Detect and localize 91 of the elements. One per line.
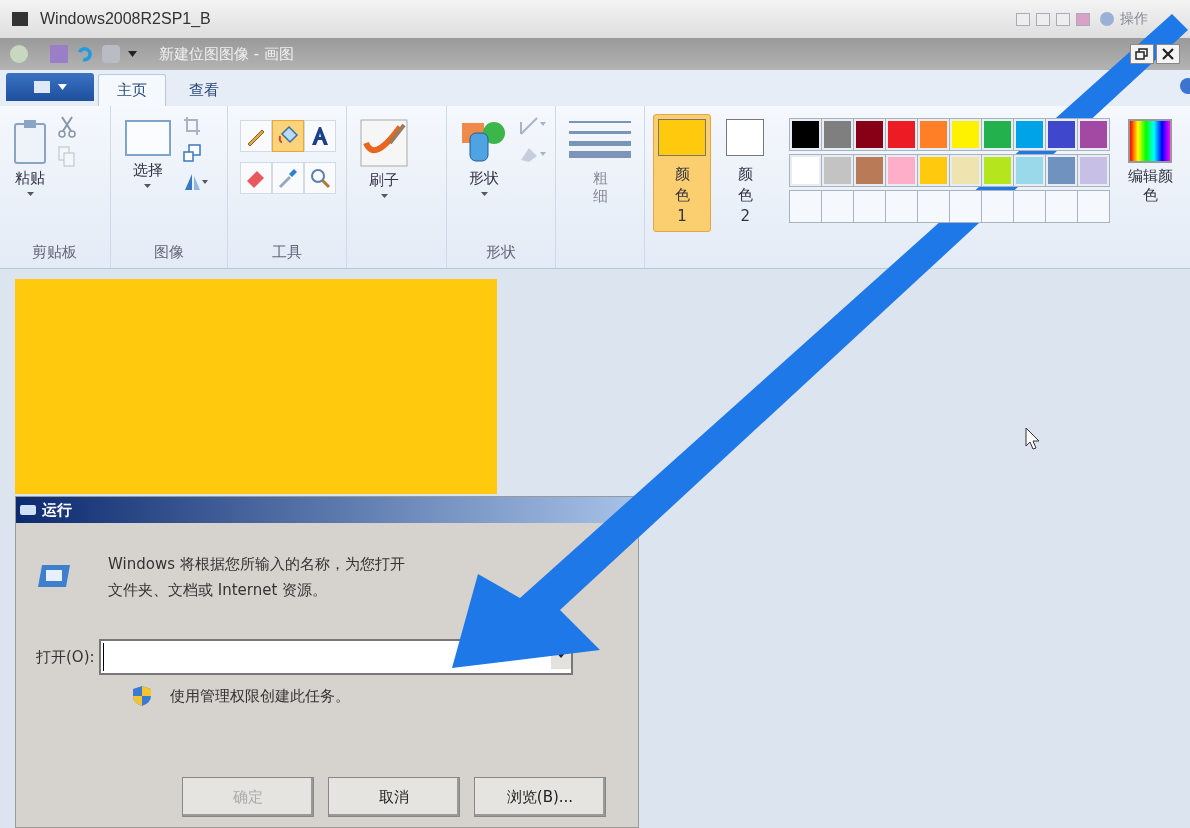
tool-button[interactable] <box>304 120 337 152</box>
group-label: 工具 <box>271 242 304 263</box>
window-title: 新建位图图像 - 画图 <box>159 44 294 64</box>
shapes-icon <box>460 119 508 165</box>
color-swatch[interactable] <box>789 118 823 151</box>
color-swatch[interactable] <box>1077 190 1111 223</box>
crop-icon[interactable] <box>182 116 201 136</box>
color-swatch[interactable] <box>853 118 887 151</box>
magnifier-icon <box>308 166 333 190</box>
tool-button[interactable] <box>240 120 273 152</box>
color-swatch[interactable] <box>885 190 919 223</box>
color-swatch[interactable] <box>981 190 1015 223</box>
tool-button[interactable] <box>304 162 337 194</box>
color-swatch[interactable] <box>1013 154 1047 187</box>
select-button[interactable]: 选择 <box>118 114 177 193</box>
save-icon[interactable] <box>50 45 68 63</box>
run-icon <box>36 563 72 589</box>
dialog-message: Windows 将根据您所输入的名称，为您打开 <box>108 554 405 575</box>
close-button[interactable] <box>1156 44 1180 64</box>
color-swatch[interactable] <box>885 154 919 187</box>
color-swatch[interactable] <box>917 190 951 223</box>
admin-note: 使用管理权限创建此任务。 <box>170 686 350 706</box>
color-swatch[interactable] <box>1077 118 1111 151</box>
line-width-icon <box>569 119 631 159</box>
settings-icon[interactable] <box>1100 12 1114 26</box>
toolbar-icon[interactable] <box>1036 12 1050 26</box>
color-swatch[interactable] <box>1045 154 1079 187</box>
caret-icon[interactable] <box>128 51 137 57</box>
caret-icon <box>57 84 67 90</box>
monitor-icon <box>12 12 28 26</box>
edit-colors-button[interactable]: 编辑颜色 <box>1118 114 1182 210</box>
color-swatch[interactable] <box>885 118 919 151</box>
dialog-message: 文件夹、文档或 Internet 资源。 <box>108 580 329 601</box>
copy-icon[interactable] <box>58 146 76 168</box>
ribbon-tab[interactable]: 主页 <box>98 74 166 106</box>
toolbar-icon[interactable] <box>1016 12 1030 26</box>
field-label: 打开(O): <box>36 647 95 667</box>
color-swatch[interactable] <box>917 154 951 187</box>
color-swatch[interactable] <box>949 154 983 187</box>
color-button[interactable]: 颜色 2 <box>717 114 774 232</box>
toolbar-icon[interactable] <box>1076 12 1090 26</box>
color-swatch[interactable] <box>789 190 823 223</box>
toolbar-icon[interactable] <box>1056 12 1070 26</box>
ribbon-tab[interactable]: 查看 <box>170 74 238 106</box>
redo-icon[interactable] <box>102 45 120 63</box>
brushes-button[interactable]: 刷子 <box>355 114 414 203</box>
restore-button[interactable] <box>1130 44 1154 64</box>
window-icon <box>20 505 36 515</box>
window-title: Windows2008R2SP1_B <box>40 10 211 28</box>
mouse-cursor-icon <box>1025 427 1041 451</box>
clipboard-icon <box>13 119 47 165</box>
brush-icon <box>360 119 409 167</box>
caret-icon <box>144 184 152 188</box>
color-swatch[interactable] <box>853 154 887 187</box>
file-menu-button[interactable] <box>6 73 94 101</box>
dialog-button[interactable]: 取消 <box>328 777 460 817</box>
color-spectrum-icon <box>1128 119 1173 163</box>
caret-icon <box>380 194 388 198</box>
color-swatch[interactable] <box>981 154 1015 187</box>
color-swatch[interactable] <box>917 118 951 151</box>
dialog-button[interactable]: 浏览(B)... <box>474 777 606 817</box>
app-icon <box>10 45 28 63</box>
color-swatch[interactable] <box>1013 190 1047 223</box>
color-swatch[interactable] <box>1013 118 1047 151</box>
group-label: 形状 <box>485 242 517 263</box>
color-swatch[interactable] <box>821 190 855 223</box>
color-swatch[interactable] <box>949 118 983 151</box>
color-swatch[interactable] <box>853 190 887 223</box>
color-swatch[interactable] <box>821 118 855 151</box>
rotate-icon[interactable] <box>182 172 209 192</box>
undo-icon[interactable] <box>76 45 94 63</box>
caret-icon <box>26 192 34 196</box>
outline-icon[interactable] <box>519 116 547 136</box>
color-swatch[interactable] <box>981 118 1015 151</box>
color-swatch[interactable] <box>821 154 855 187</box>
group-label: 图像 <box>152 242 185 263</box>
color-swatch[interactable] <box>789 154 823 187</box>
shield-icon <box>132 685 152 707</box>
scissors-icon[interactable] <box>58 116 76 138</box>
caret-icon <box>480 192 488 196</box>
color-swatch[interactable] <box>949 190 983 223</box>
paste-button[interactable]: 粘贴 <box>8 114 52 201</box>
color-swatch[interactable] <box>1077 154 1111 187</box>
selection-icon <box>123 119 172 157</box>
color-button[interactable]: 颜色 1 <box>653 114 711 232</box>
color-swatch[interactable] <box>1045 118 1079 151</box>
shapes-button[interactable]: 形状 <box>455 114 513 201</box>
group-label: 剪贴板 <box>31 242 79 263</box>
color-swatch[interactable] <box>1045 190 1079 223</box>
resize-icon[interactable] <box>182 144 201 164</box>
dialog-title: 运行 <box>42 500 72 520</box>
